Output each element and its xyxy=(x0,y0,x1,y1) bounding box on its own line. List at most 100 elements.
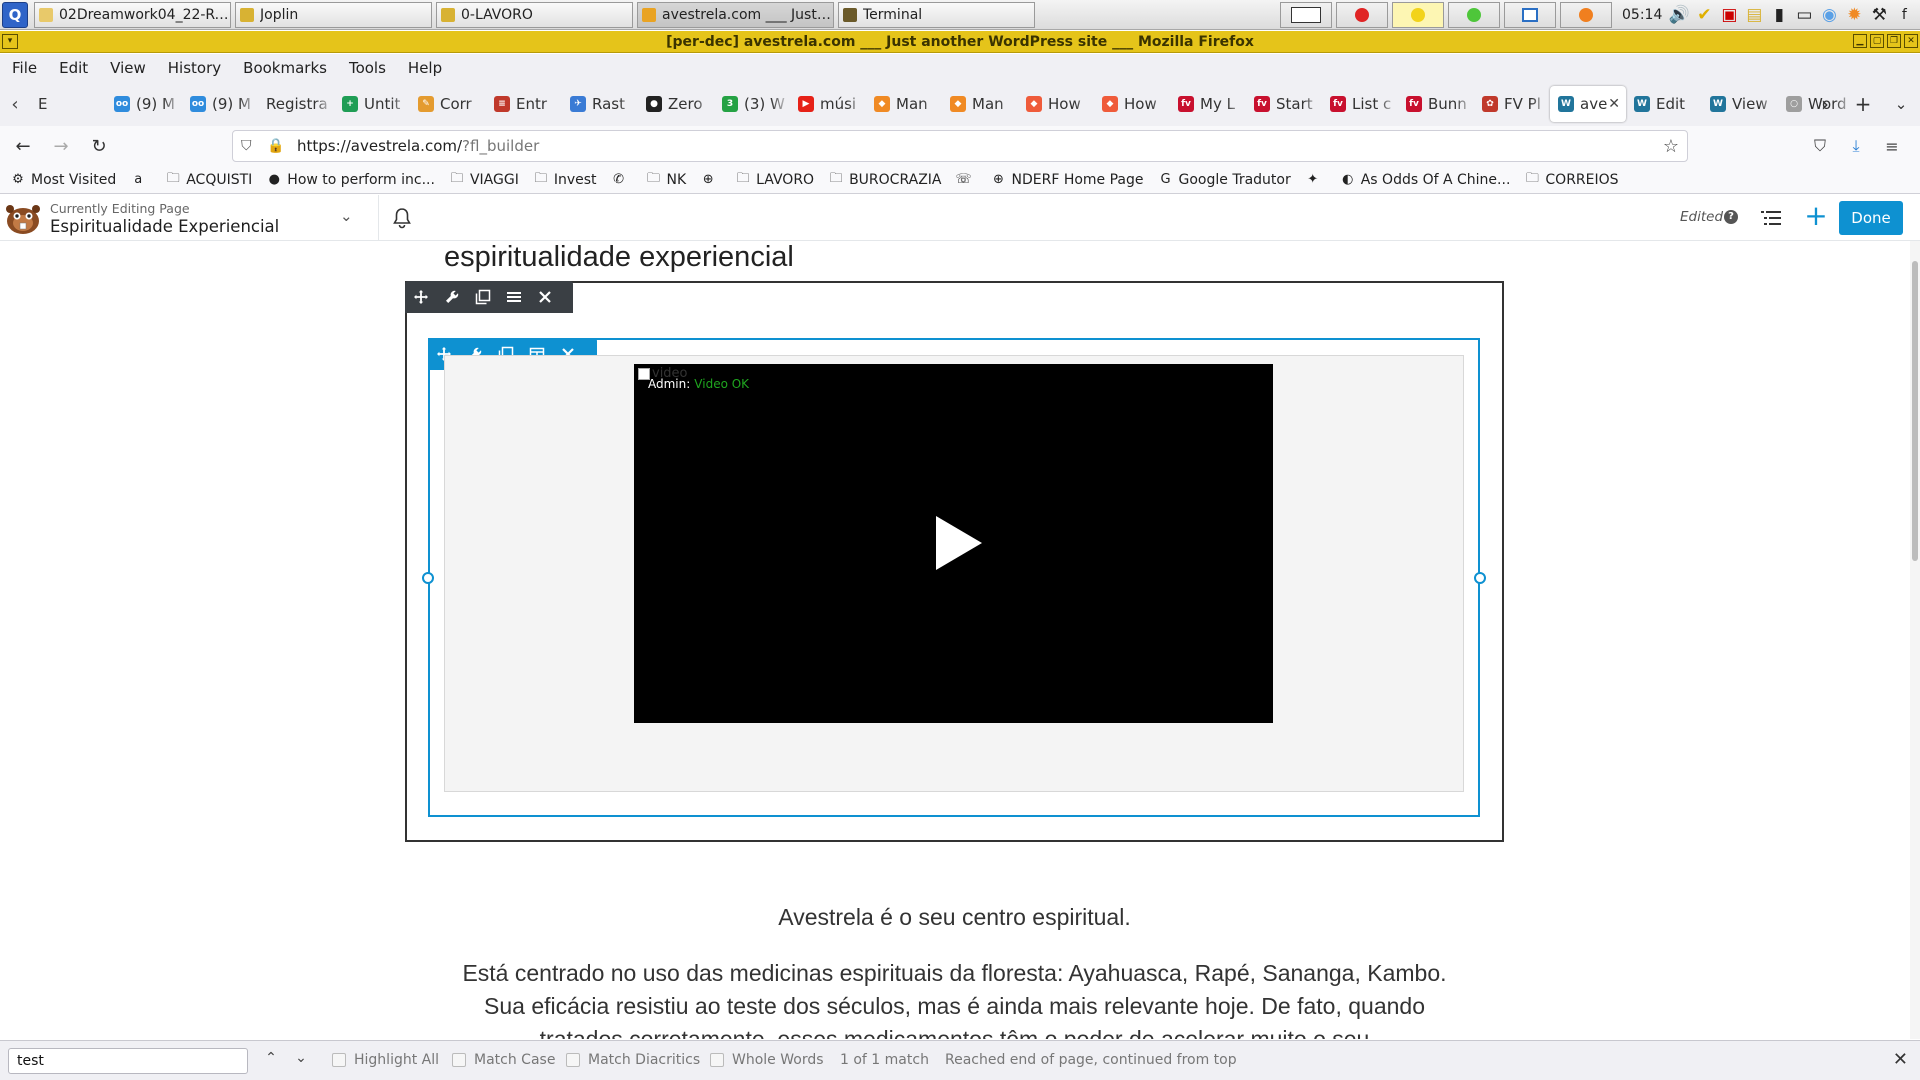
browser-tab[interactable]: W Edit xyxy=(1626,86,1702,122)
browser-tab[interactable]: ≡ Entr xyxy=(486,86,562,122)
bookmark-item[interactable]: ✆ xyxy=(611,172,632,188)
bookmark-item[interactable]: 🗀 VIAGGI xyxy=(449,171,518,188)
list-all-tabs-icon[interactable]: ⌄ xyxy=(1882,95,1920,113)
resize-handle-left[interactable] xyxy=(422,572,434,584)
tabs-scroll-left-icon[interactable]: ‹ xyxy=(0,94,30,115)
taskbar-task[interactable]: Terminal xyxy=(838,1,1035,28)
browser-tab[interactable]: fv List c xyxy=(1322,86,1398,122)
row-settings-wrench-icon[interactable] xyxy=(436,281,467,313)
chevron-down-icon[interactable]: ⌄ xyxy=(340,207,353,225)
bookmark-item[interactable]: ✦ xyxy=(1305,172,1326,188)
pocket-icon[interactable]: ⛉ xyxy=(1802,131,1838,161)
bookmark-item[interactable]: a xyxy=(130,172,151,188)
tools-icon[interactable]: ⚒ xyxy=(1868,4,1890,26)
notifications-bell-icon[interactable] xyxy=(390,206,414,230)
outline-list-icon[interactable] xyxy=(1758,205,1784,231)
menu-view[interactable]: View xyxy=(110,59,146,77)
find-next-icon[interactable]: ⌄ xyxy=(290,1050,312,1072)
menu-tools[interactable]: Tools xyxy=(349,59,386,77)
restore-icon[interactable]: ❐ xyxy=(1887,34,1901,48)
browser-tab[interactable]: ✿ FV Pl xyxy=(1474,86,1550,122)
menu-help[interactable]: Help xyxy=(408,59,442,77)
url-bar[interactable]: ⛉ 🔒 https://avestrela.com/?fl_builder ☆ xyxy=(232,130,1688,162)
browser-tab[interactable]: ● Zero xyxy=(638,86,714,122)
taskbar-task[interactable]: avestrela.com ___ Just a... xyxy=(637,1,834,28)
minimize-icon[interactable]: ▁ xyxy=(1853,34,1867,48)
find-input[interactable] xyxy=(8,1048,248,1074)
match-diacritics-checkbox[interactable]: Match Diacritics xyxy=(566,1052,700,1068)
menu-file[interactable]: File xyxy=(12,59,37,77)
browser-tab[interactable]: ✎ Corr xyxy=(410,86,486,122)
menu-bookmarks[interactable]: Bookmarks xyxy=(243,59,327,77)
start-menu-button[interactable]: Q xyxy=(2,1,28,28)
tabs-scroll-right-icon[interactable]: › xyxy=(1806,92,1844,116)
volume-icon[interactable]: 🔊 xyxy=(1668,4,1690,26)
play-icon[interactable] xyxy=(936,516,982,570)
workspace-1[interactable] xyxy=(1280,2,1332,28)
bookmark-item[interactable]: ◐ As Odds Of A Chine... xyxy=(1340,172,1510,188)
bookmark-item[interactable]: G Google Tradutor xyxy=(1158,172,1290,188)
bookmark-item[interactable]: ● How to perform inc... xyxy=(266,172,435,188)
menu-history[interactable]: History xyxy=(168,59,221,77)
remove-row-icon[interactable] xyxy=(529,281,560,313)
workspace-2[interactable] xyxy=(1336,2,1388,28)
browser-tab[interactable]: ✈ Rast xyxy=(562,86,638,122)
browser-tab[interactable]: ◆ Man xyxy=(866,86,942,122)
workspace-6[interactable] xyxy=(1560,2,1612,28)
lock-icon[interactable]: 🔒 xyxy=(267,138,284,154)
browser-tab[interactable]: fv My L xyxy=(1170,86,1246,122)
tracking-shield-icon[interactable]: ⛉ xyxy=(241,138,257,154)
row-menu-icon[interactable] xyxy=(498,281,529,313)
duplicate-icon[interactable] xyxy=(467,281,498,313)
editing-page-info[interactable]: Currently Editing Page Espiritualidade E… xyxy=(50,201,279,236)
taskbar-task[interactable]: Joplin xyxy=(235,1,432,28)
menu-edit[interactable]: Edit xyxy=(59,59,88,77)
browser-tab[interactable]: oo (9) M xyxy=(106,86,182,122)
taskbar-task[interactable]: 0-LAVORO xyxy=(436,1,633,28)
video-player[interactable]: video Admin: Video OK xyxy=(634,364,1273,723)
bookmark-item[interactable]: 🗀 LAVORO xyxy=(735,171,814,188)
close-find-bar-icon[interactable]: ✕ xyxy=(1893,1049,1908,1070)
power-icon[interactable]: f xyxy=(1893,4,1915,26)
match-case-checkbox[interactable]: Match Case xyxy=(452,1052,555,1068)
maximize-icon[interactable]: ▢ xyxy=(1870,34,1884,48)
move-icon[interactable] xyxy=(405,281,436,313)
browser-tab[interactable]: oo (9) M xyxy=(182,86,258,122)
reload-icon[interactable]: ↻ xyxy=(84,131,114,161)
resize-handle-right[interactable] xyxy=(1474,572,1486,584)
browser-tab[interactable]: E xyxy=(30,86,106,122)
new-tab-icon[interactable]: + xyxy=(1844,92,1882,116)
browser-tab[interactable]: ▶ músi xyxy=(790,86,866,122)
sync-icon[interactable]: ◉ xyxy=(1818,4,1840,26)
close-tab-icon[interactable]: ✕ xyxy=(1608,96,1620,112)
add-content-icon[interactable]: + xyxy=(1800,201,1832,233)
clock[interactable]: 05:14 xyxy=(1622,7,1662,23)
app-menu-icon[interactable]: ≡ xyxy=(1874,131,1910,161)
bookmark-item[interactable]: 🗀 BUROCRAZIA xyxy=(828,171,942,188)
url-text[interactable]: https://avestrela.com/?fl_builder xyxy=(297,137,539,155)
bookmark-star-icon[interactable]: ☆ xyxy=(1663,136,1679,157)
bookmark-item[interactable]: 🗀 CORREIOS xyxy=(1524,171,1619,188)
notes-icon[interactable]: ▤ xyxy=(1743,4,1765,26)
browser-tab[interactable]: Registra xyxy=(258,86,334,122)
help-icon[interactable]: ? xyxy=(1724,210,1738,224)
whole-words-checkbox[interactable]: Whole Words xyxy=(710,1052,824,1068)
back-icon[interactable]: ← xyxy=(8,131,38,161)
bookmark-item[interactable]: ⚙ Most Visited xyxy=(10,172,116,188)
highlight-all-checkbox[interactable]: Highlight All xyxy=(332,1052,439,1068)
bookmark-item[interactable]: 🗀 NK xyxy=(646,171,686,188)
workspace-5[interactable] xyxy=(1504,2,1556,28)
browser-tab[interactable]: ◆ How xyxy=(1018,86,1094,122)
browser-tab[interactable]: 3 (3) W xyxy=(714,86,790,122)
bookmark-item[interactable]: ⊕ xyxy=(700,172,721,188)
workspace-4[interactable] xyxy=(1448,2,1500,28)
browser-tab[interactable]: fv Bunn xyxy=(1398,86,1474,122)
browser-tab[interactable]: ◆ How xyxy=(1094,86,1170,122)
beaver-logo-icon[interactable] xyxy=(4,201,42,235)
browser-tab[interactable]: + Untit xyxy=(334,86,410,122)
drive-icon[interactable]: ▭ xyxy=(1793,4,1815,26)
settings-icon[interactable]: ✹ xyxy=(1843,4,1865,26)
network-icon[interactable]: ▣ xyxy=(1718,4,1740,26)
bookmark-item[interactable]: 🗀 ACQUISTI xyxy=(165,171,253,188)
done-button[interactable]: Done xyxy=(1839,201,1903,235)
